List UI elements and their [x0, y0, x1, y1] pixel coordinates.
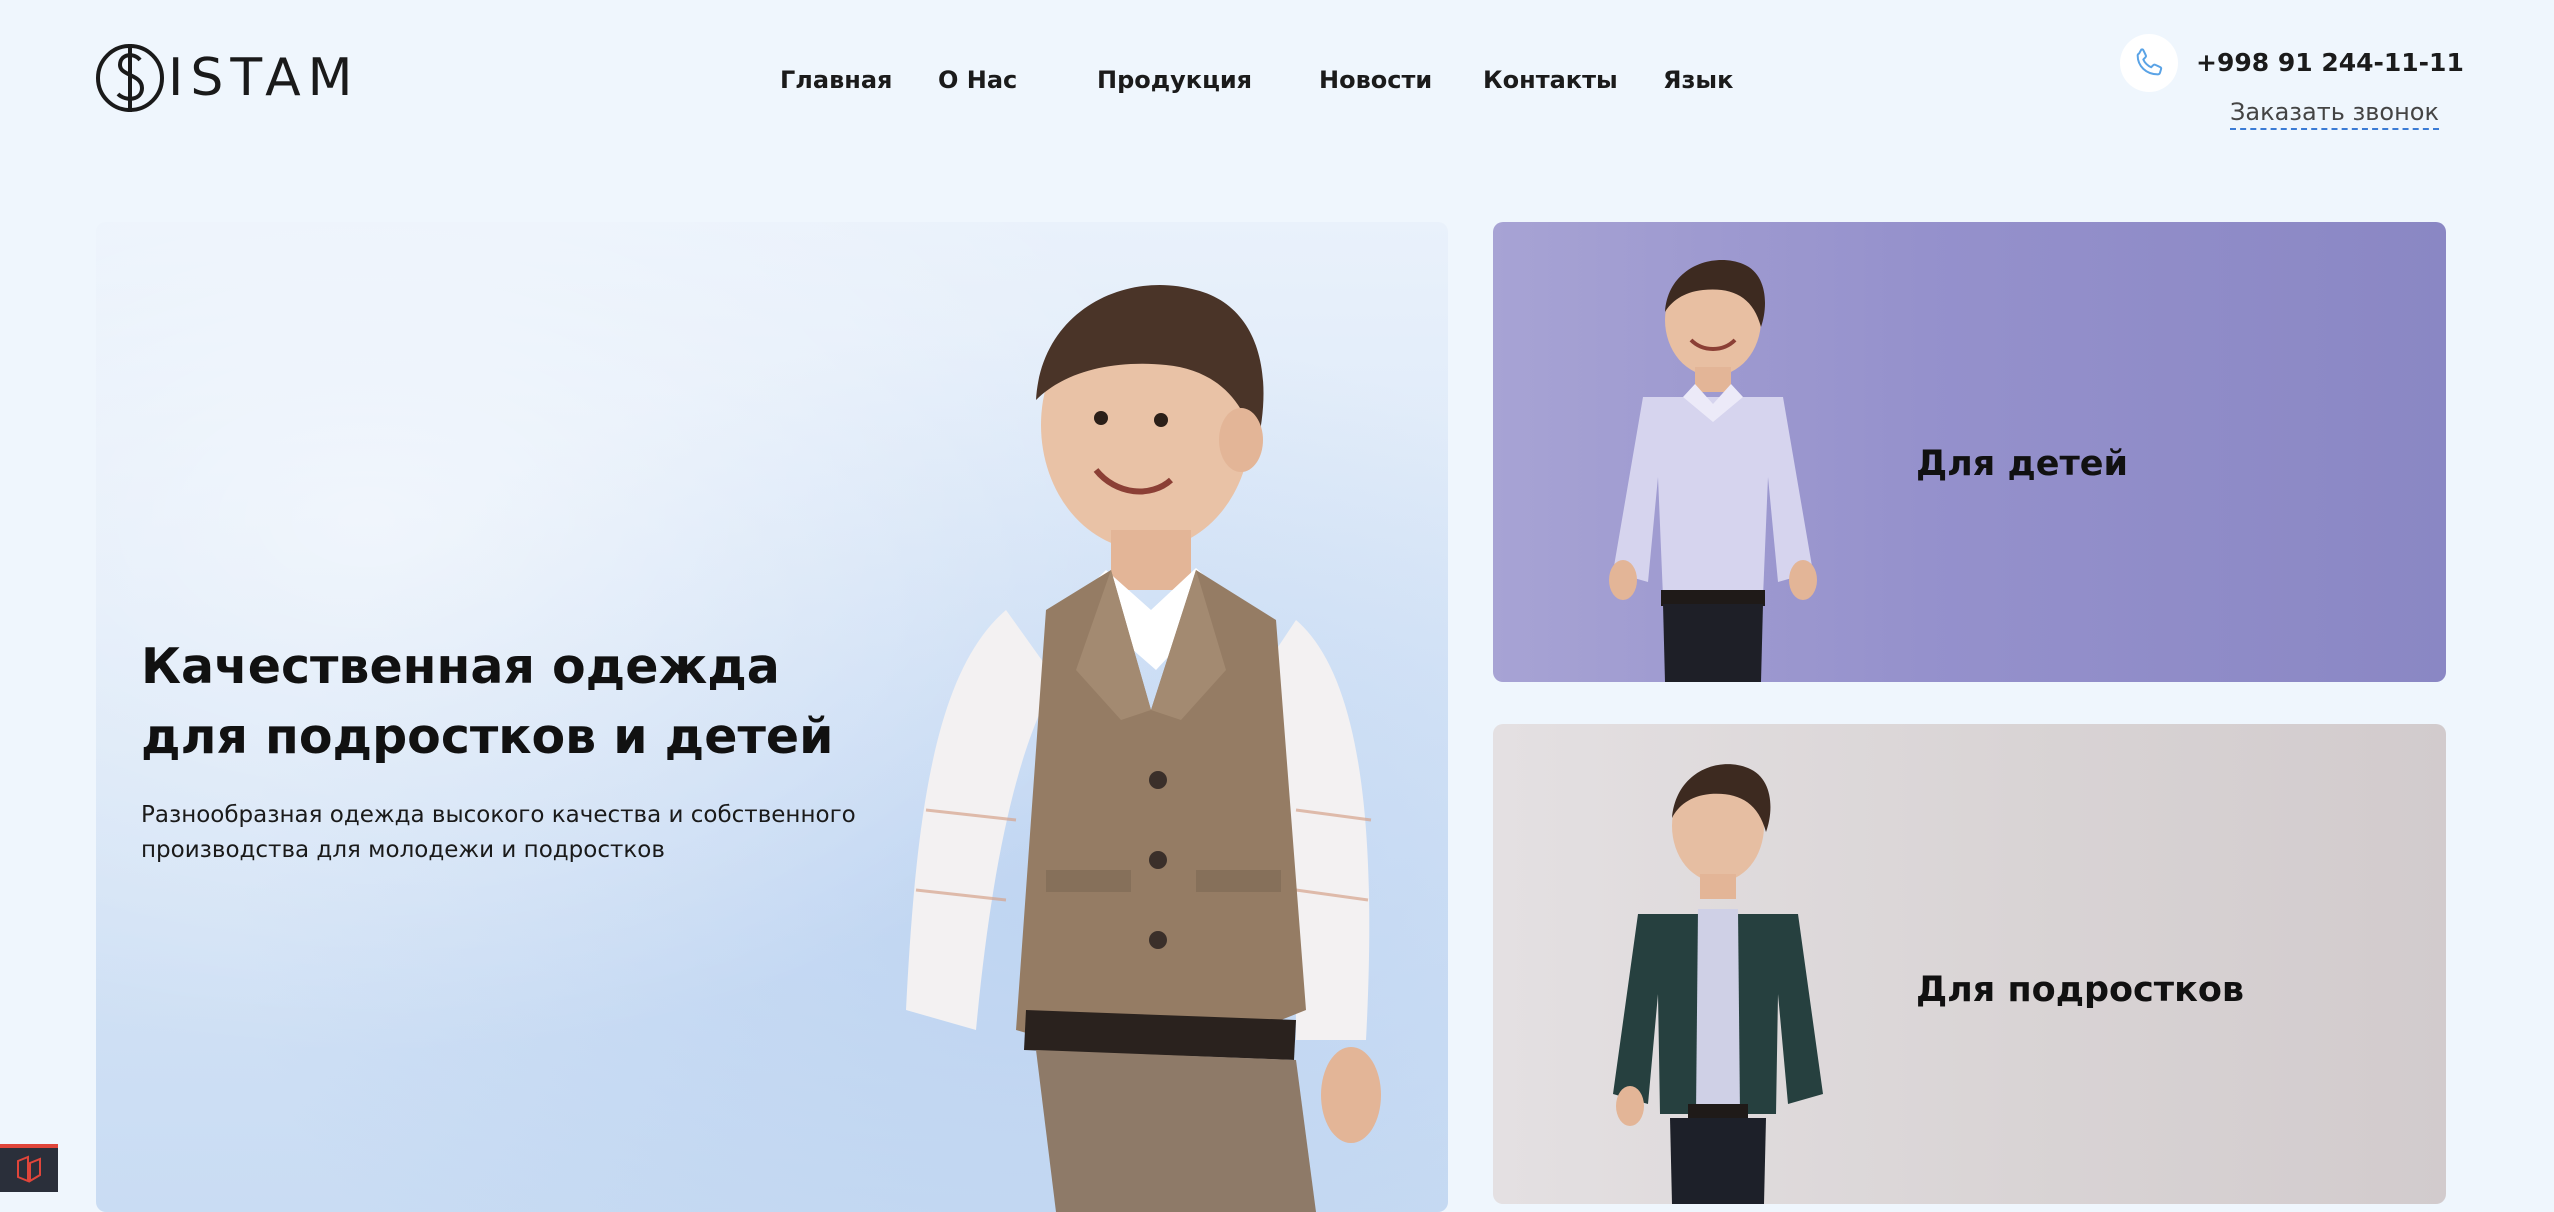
nav-home[interactable]: Главная [780, 66, 892, 94]
category-card-kids[interactable]: Для детей [1493, 222, 2446, 682]
phone-number[interactable]: +998 91 244-11-11 [2196, 48, 2464, 77]
corner-app-icon[interactable] [0, 1144, 58, 1192]
category-label-teens: Для подростков [1916, 970, 2245, 1010]
hero-title: Качественная одежда для подростков и дет… [141, 638, 834, 765]
nav-contacts[interactable]: Контакты [1483, 66, 1618, 94]
nav-language[interactable]: Язык [1663, 66, 1733, 94]
logo-text: ISTAM [168, 48, 360, 108]
hero-banner: Качественная одежда для подростков и дет… [96, 222, 1448, 1212]
phone-icon[interactable] [2120, 34, 2178, 92]
nav-news[interactable]: Новости [1319, 66, 1432, 94]
logo[interactable]: ISTAM [94, 38, 360, 118]
category-label-kids: Для детей [1916, 444, 2129, 484]
hero-subtitle: Разнообразная одежда высокого качества и… [141, 802, 856, 863]
nav-products[interactable]: Продукция [1097, 66, 1252, 94]
logo-mark-icon [96, 44, 164, 112]
kids-photo [1609, 260, 1817, 682]
callback-link[interactable]: Заказать звонок [2230, 98, 2439, 130]
teens-photo [1613, 764, 1823, 1204]
category-card-teens[interactable]: Для подростков [1493, 724, 2446, 1204]
hero-photo [906, 284, 1381, 1212]
nav-about[interactable]: О Нас [938, 66, 1017, 94]
